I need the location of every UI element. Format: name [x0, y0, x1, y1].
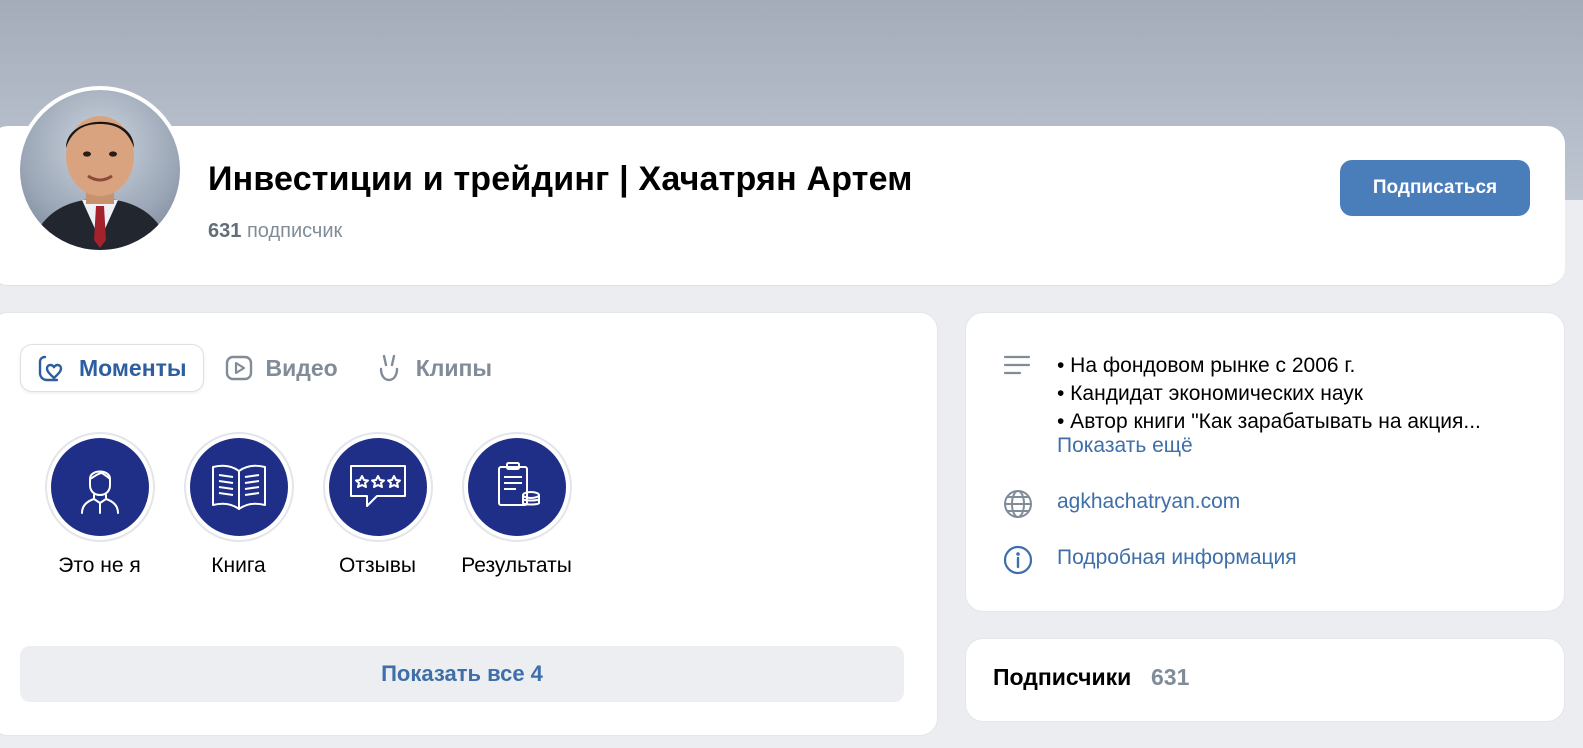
tab-moments[interactable]: Моменты [20, 344, 204, 392]
highlight-cover [328, 438, 427, 536]
tab-video[interactable]: Видео [208, 344, 354, 392]
tab-clips[interactable]: Клипы [358, 344, 508, 392]
page-title: Инвестиции и трейдинг | Хачатрян Артем [208, 160, 913, 198]
subscriber-count-number: 631 [208, 220, 242, 242]
profile-header-card [0, 126, 1565, 286]
page-root: Инвестиции и трейдинг | Хачатрян Артем 6… [0, 0, 1583, 748]
clips-icon [379, 354, 398, 382]
highlight-item[interactable]: Это не я [30, 432, 169, 578]
show-all-button[interactable]: Показать все 4 [20, 646, 904, 702]
heart-bubble-icon [38, 355, 63, 382]
details-link[interactable]: Подробная информация [1057, 546, 1297, 570]
highlights-list: Это не я Книга Отзывы Результаты [30, 432, 586, 578]
website-link[interactable]: agkhachatryan.com [1057, 490, 1240, 514]
description-line: • Кандидат экономических наук [1057, 382, 1363, 405]
subscribe-button[interactable]: Подписаться [1340, 160, 1530, 216]
highlight-label: Отзывы [339, 554, 416, 577]
highlight-cover [467, 438, 566, 536]
highlight-item[interactable]: Результаты [447, 432, 586, 578]
tab-moments-label: Моменты [79, 354, 187, 381]
person-icon [80, 470, 119, 514]
highlight-ring [183, 432, 294, 542]
tab-video-label: Видео [265, 354, 338, 381]
avatar-photo [20, 90, 180, 250]
avatar[interactable] [16, 86, 184, 254]
highlight-item[interactable]: Книга [169, 432, 308, 578]
highlight-ring [322, 432, 433, 542]
description-icon [1003, 355, 1031, 375]
highlight-label: Это не я [58, 554, 141, 577]
highlight-cover [50, 438, 149, 536]
highlight-label: Книга [211, 554, 266, 577]
play-icon [225, 355, 252, 381]
results-icon [497, 462, 540, 506]
description-line: • Автор книги "Как зарабатывать на акция… [1057, 410, 1481, 433]
subscriber-count[interactable]: 631 подписчик [208, 220, 342, 243]
highlight-cover [189, 438, 288, 536]
reviews-icon [349, 465, 406, 507]
highlight-item[interactable]: Отзывы [308, 432, 447, 578]
tab-clips-label: Клипы [415, 354, 493, 381]
info-icon [1003, 545, 1033, 575]
highlight-ring [44, 432, 155, 542]
show-more-link[interactable]: Показать ещё [1057, 434, 1193, 458]
subscriber-count-label: подписчик [246, 220, 343, 242]
description-text: • На фондовом рынке с 2006 г. • Кандидат… [1057, 352, 1481, 436]
highlight-label: Результаты [461, 554, 572, 577]
subscribers-count: 631 [1151, 664, 1190, 690]
media-tabs: Моменты Видео Клипы [20, 344, 512, 392]
globe-icon [1004, 490, 1032, 518]
subscribers-title: Подписчики [993, 664, 1132, 690]
description-line: • На фондовом рынке с 2006 г. [1057, 354, 1356, 377]
book-icon [211, 464, 266, 510]
highlight-ring [461, 432, 572, 542]
